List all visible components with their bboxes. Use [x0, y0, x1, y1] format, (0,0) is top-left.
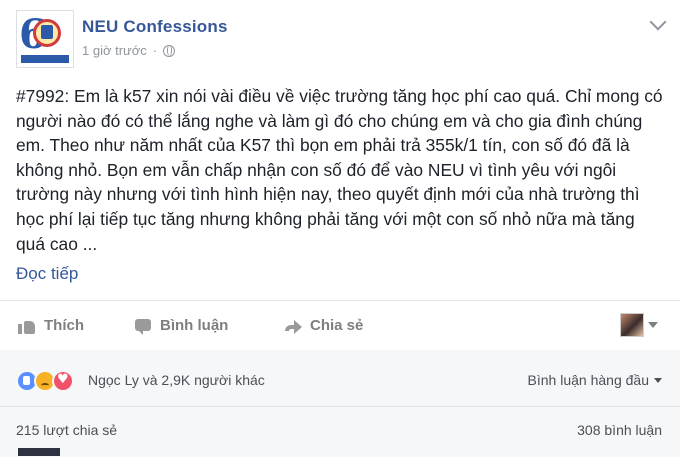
post-body: #7992: Em là k57 xin nói vài điều về việ… [16, 86, 663, 254]
page-avatar[interactable]: 6 [16, 10, 74, 68]
post-stats: 215 lượt chia sẻ 308 bình luận [0, 406, 680, 457]
page-name[interactable]: NEU Confessions [82, 17, 228, 37]
like-button[interactable]: Thích [18, 317, 84, 334]
love-reaction-icon [52, 370, 74, 392]
share-label: Chia sẻ [310, 317, 364, 334]
share-button[interactable]: Chia sẻ [284, 317, 363, 334]
next-comment-avatar [18, 448, 60, 456]
comment-button[interactable]: Bình luận [134, 317, 229, 335]
thumbs-up-icon [18, 318, 36, 334]
meta-separator: · [152, 43, 158, 58]
post-meta: 1 giờ trước · [82, 43, 176, 58]
caret-down-icon [654, 377, 662, 383]
reactions-summary[interactable]: Ngọc Ly và 2,9K người khác [88, 372, 265, 388]
post-as-selector[interactable] [620, 313, 658, 337]
reactions-bar: Ngọc Ly và 2,9K người khác Bình luận hàn… [0, 350, 680, 406]
share-count[interactable]: 215 lượt chia sẻ [16, 422, 117, 438]
comment-count[interactable]: 308 bình luận [577, 422, 662, 438]
comment-icon [134, 318, 152, 335]
facebook-post: 6 NEU Confessions 1 giờ trước · #7992: E… [0, 0, 680, 457]
comment-label: Bình luận [160, 317, 229, 334]
comment-sort-label: Bình luận hàng đầu [527, 372, 649, 388]
reaction-icons[interactable] [16, 370, 74, 392]
action-bar: Thích Bình luận Chia sẻ [0, 300, 680, 352]
share-arrow-icon [284, 318, 302, 334]
like-label: Thích [44, 317, 84, 334]
viewer-avatar [620, 313, 644, 337]
read-more-link[interactable]: Đọc tiếp [16, 264, 78, 284]
caret-down-icon [648, 322, 658, 328]
globe-icon[interactable] [163, 44, 176, 57]
post-header: 6 NEU Confessions 1 giờ trước · [16, 10, 666, 68]
post-timestamp[interactable]: 1 giờ trước [82, 43, 147, 58]
comment-sort-dropdown[interactable]: Bình luận hàng đầu [528, 372, 662, 388]
